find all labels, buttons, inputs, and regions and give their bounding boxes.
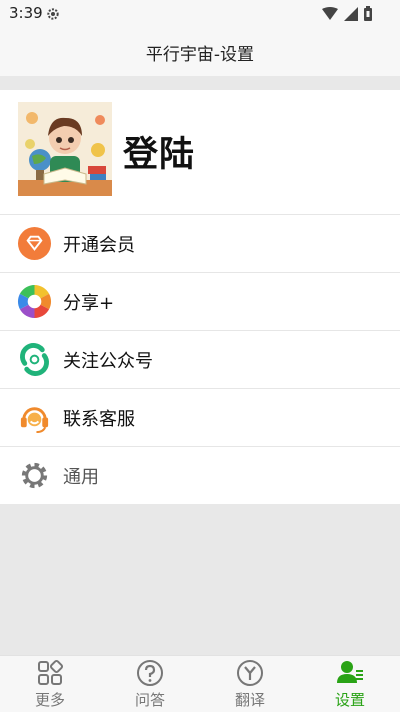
headset-icon — [20, 407, 49, 434]
login-label[interactable]: 登陆 — [123, 126, 195, 177]
battery-icon — [364, 6, 372, 21]
diamond-icon — [17, 226, 52, 261]
tab-translate[interactable]: 翻译 — [200, 656, 300, 712]
menu-item-follow-account[interactable]: 关注公众号 — [0, 331, 400, 389]
menu-label-contact-support: 联系客服 — [63, 408, 135, 430]
avatar[interactable] — [18, 102, 112, 196]
question-icon — [137, 660, 163, 686]
tab-qa[interactable]: 问答 — [100, 656, 200, 712]
bottom-nav: 更多 问答 翻译 设置 — [0, 655, 400, 712]
page-title: 平行宇宙-设置 — [145, 44, 255, 65]
title-bar: 平行宇宙-设置 — [0, 28, 400, 76]
status-bar: 3:39 — [0, 0, 400, 28]
menu-label-membership: 开通会员 — [63, 234, 135, 256]
person-settings-icon — [337, 661, 363, 683]
settings-gear-icon — [47, 8, 59, 20]
tab-label-more: 更多 — [34, 691, 65, 709]
aperture-icon — [17, 284, 52, 319]
profile-card[interactable]: 登陆 — [0, 90, 400, 215]
menu-item-general[interactable]: 通用 — [0, 447, 400, 504]
tab-label-settings: 设置 — [334, 691, 365, 709]
wechat-official-icon — [17, 342, 52, 377]
menu-item-membership[interactable]: 开通会员 — [0, 215, 400, 273]
wifi-icon — [322, 7, 338, 20]
menu-item-contact-support[interactable]: 联系客服 — [0, 389, 400, 447]
tab-settings[interactable]: 设置 — [300, 656, 400, 712]
menu-label-general: 通用 — [63, 466, 99, 488]
tab-label-qa: 问答 — [134, 691, 165, 709]
settings-menu: 开通会员 分享+ 关注公众号 联系客服 通用 — [0, 215, 400, 504]
tab-label-translate: 翻译 — [234, 691, 265, 709]
signal-icon — [344, 6, 358, 21]
translate-icon — [237, 660, 263, 686]
menu-label-follow-account: 关注公众号 — [63, 350, 153, 372]
status-indicators — [322, 6, 372, 21]
status-time: 3:39 — [9, 4, 43, 22]
menu-label-share: 分享+ — [63, 292, 115, 314]
tab-more[interactable]: 更多 — [0, 656, 100, 712]
header-divider — [0, 76, 400, 90]
gear-icon — [21, 462, 48, 489]
menu-item-share[interactable]: 分享+ — [0, 273, 400, 331]
grid-icon — [38, 659, 64, 685]
